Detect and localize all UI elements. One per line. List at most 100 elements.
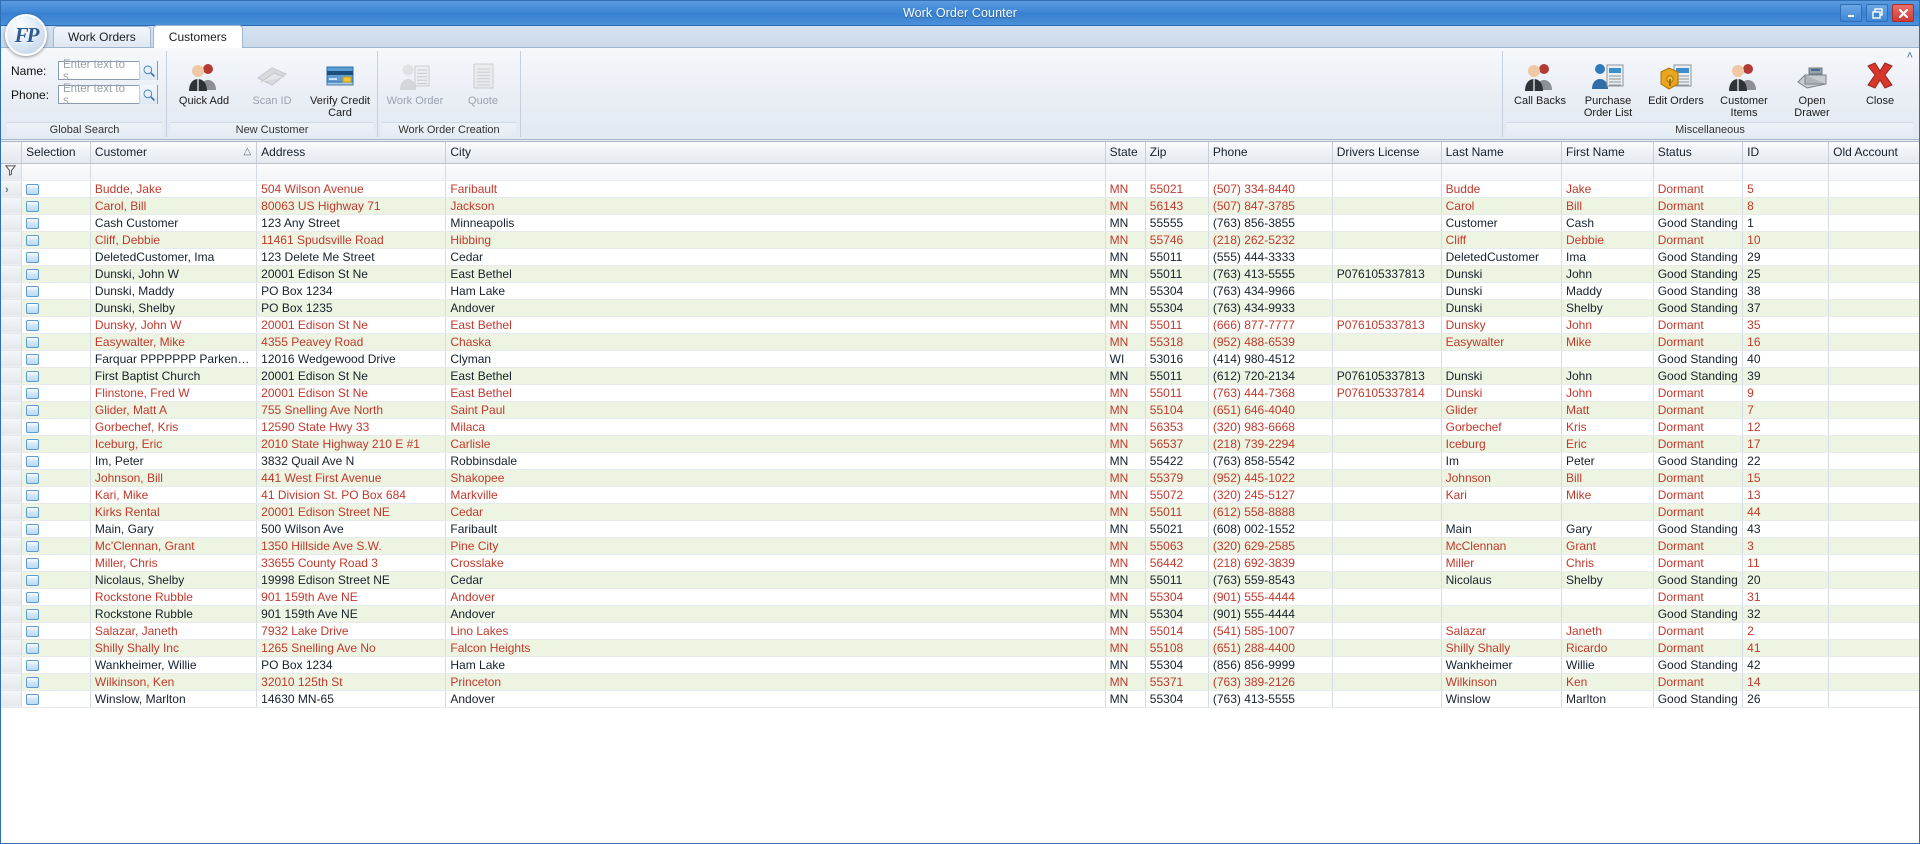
row-indicator[interactable] [1, 673, 23, 691]
row-indicator[interactable] [1, 520, 23, 538]
checkbox-icon[interactable] [26, 540, 40, 552]
ribbon-button-call-backs[interactable]: Call Backs [1507, 55, 1573, 119]
checkbox-icon[interactable] [26, 200, 40, 212]
checkbox-icon[interactable] [26, 251, 40, 263]
table-row[interactable]: DeletedCustomer, Ima 123 Delete Me Street… [1, 248, 1919, 266]
row-select-checkbox[interactable] [21, 588, 91, 606]
filter-cell-lastname[interactable] [1441, 163, 1563, 181]
row-select-checkbox[interactable] [21, 520, 91, 538]
table-row[interactable]: Carol, Bill 80063 US Highway 71 Jackson MN 5… [1, 197, 1919, 215]
table-row[interactable]: Iceburg, Eric 2010 State Highway 210 E #1… [1, 435, 1919, 453]
checkbox-icon[interactable] [26, 302, 40, 314]
column-header-address[interactable]: Address [256, 142, 447, 164]
row-select-checkbox[interactable] [21, 282, 91, 300]
filter-cell-state[interactable] [1105, 163, 1146, 181]
checkbox-icon[interactable] [26, 676, 40, 688]
table-row[interactable]: Dunski, Maddy PO Box 1234 Ham Lake MN 55304(… [1, 282, 1919, 300]
checkbox-icon[interactable] [26, 693, 40, 705]
table-row[interactable]: Nicolaus, Shelby 19998 Edison Street NE Ce… [1, 571, 1919, 589]
restore-button[interactable] [1866, 4, 1888, 22]
table-row[interactable]: Shilly Shally Inc 1265 Snelling Ave No Fal… [1, 639, 1919, 657]
checkbox-icon[interactable] [26, 608, 40, 620]
row-indicator[interactable] [1, 435, 23, 453]
grid-body[interactable]: › Budde, Jake 504 Wilson Avenue Faribault MN… [1, 180, 1919, 708]
row-indicator[interactable] [1, 554, 23, 572]
checkbox-icon[interactable] [26, 455, 40, 467]
row-indicator[interactable] [1, 197, 23, 215]
table-row[interactable]: Dunsky, John W 20001 Edison St Ne East Bet… [1, 316, 1919, 334]
checkbox-icon[interactable] [26, 506, 40, 518]
row-select-checkbox[interactable] [21, 384, 91, 402]
row-select-checkbox[interactable] [21, 486, 91, 504]
table-row[interactable]: Winslow, Marlton 14630 MN-65 Andover MN 5530… [1, 690, 1919, 708]
table-row[interactable]: Wilkinson, Ken 32010 125th St Princeton MN 5… [1, 673, 1919, 691]
row-indicator[interactable]: › [1, 180, 23, 198]
table-row[interactable]: Farquar PPPPPPP Parkenfarker J...12016 W… [1, 350, 1919, 368]
row-select-checkbox[interactable] [21, 469, 91, 487]
column-header-id[interactable]: ID [1742, 142, 1830, 164]
row-indicator[interactable] [1, 588, 23, 606]
filter-cell-dl[interactable] [1332, 163, 1442, 181]
checkbox-icon[interactable] [26, 404, 40, 416]
filter-cell-customer[interactable] [90, 163, 258, 181]
phone-search-input[interactable]: Enter text to s... [58, 83, 158, 107]
row-select-checkbox[interactable] [21, 656, 91, 674]
row-indicator[interactable] [1, 231, 23, 249]
row-select-checkbox[interactable] [21, 605, 91, 623]
ribbon-button-purchase-order-list[interactable]: Purchase Order List [1575, 55, 1641, 120]
table-row[interactable]: Glider, Matt A 755 Snelling Ave North Sain… [1, 401, 1919, 419]
table-row[interactable]: Kirks Rental 20001 Edison Street NE Cedar M… [1, 503, 1919, 521]
table-row[interactable]: First Baptist Church 20001 Edison St Ne Ea… [1, 367, 1919, 385]
row-select-checkbox[interactable] [21, 418, 91, 436]
ribbon-button-quick-add[interactable]: Quick Add [171, 55, 237, 119]
checkbox-icon[interactable] [26, 319, 40, 331]
column-header-lastname[interactable]: Last Name [1441, 142, 1563, 164]
row-indicator[interactable] [1, 333, 23, 351]
filter-cell-city[interactable] [445, 163, 1106, 181]
row-indicator[interactable] [1, 299, 23, 317]
filter-cell-zip[interactable] [1145, 163, 1209, 181]
column-header-firstname[interactable]: First Name [1561, 142, 1654, 164]
row-select-checkbox[interactable] [21, 265, 91, 283]
checkbox-icon[interactable] [26, 336, 40, 348]
row-select-checkbox[interactable] [21, 673, 91, 691]
table-row[interactable]: Mc'Clennan, Grant 1350 Hillside Ave S.W. P… [1, 537, 1919, 555]
filter-cell-status[interactable] [1653, 163, 1744, 181]
column-header-status[interactable]: Status [1653, 142, 1744, 164]
table-row[interactable]: Im, Peter 3832 Quail Ave N Robbinsdale MN 55… [1, 452, 1919, 470]
row-indicator[interactable] [1, 690, 23, 708]
checkbox-icon[interactable] [26, 370, 40, 382]
table-row[interactable]: Salazar, Janeth 7932 Lake Drive Lino Lakes… [1, 622, 1919, 640]
column-header-oldaccount[interactable]: Old Account [1828, 142, 1919, 164]
row-indicator[interactable] [1, 452, 23, 470]
row-select-checkbox[interactable] [21, 690, 91, 708]
table-row[interactable]: Main, Gary 500 Wilson Ave Faribault MN 55021… [1, 520, 1919, 538]
filter-cell-phone[interactable] [1208, 163, 1333, 181]
row-select-checkbox[interactable] [21, 231, 91, 249]
row-select-checkbox[interactable] [21, 639, 91, 657]
checkbox-icon[interactable] [26, 183, 40, 195]
row-select-checkbox[interactable] [21, 316, 91, 334]
row-select-checkbox[interactable] [21, 214, 91, 232]
table-row[interactable]: Dunski, John W 20001 Edison St Ne East Bet… [1, 265, 1919, 283]
funnel-icon[interactable] [1, 163, 23, 181]
column-header-city[interactable]: City [445, 142, 1106, 164]
table-row[interactable]: Dunski, Shelby PO Box 1235 Andover MN 55304(… [1, 299, 1919, 317]
row-indicator[interactable] [1, 605, 23, 623]
minimize-button[interactable] [1840, 4, 1862, 22]
row-indicator[interactable] [1, 486, 23, 504]
row-indicator[interactable] [1, 248, 23, 266]
table-row[interactable]: Cliff, Debbie 11461 Spudsville Road Hibbin… [1, 231, 1919, 249]
row-indicator[interactable] [1, 622, 23, 640]
checkbox-icon[interactable] [26, 421, 40, 433]
checkbox-icon[interactable] [26, 234, 40, 246]
checkbox-icon[interactable] [26, 625, 40, 637]
row-indicator[interactable] [1, 503, 23, 521]
checkbox-icon[interactable] [26, 387, 40, 399]
row-select-checkbox[interactable] [21, 435, 91, 453]
table-row[interactable]: Rockstone Rubble 901 159th Ave NE Andover M… [1, 605, 1919, 623]
row-select-checkbox[interactable] [21, 299, 91, 317]
row-select-checkbox[interactable] [21, 350, 91, 368]
customers-grid[interactable]: Selection Customer △ Address City State Zip Pho… [1, 141, 1919, 843]
search-icon[interactable] [139, 61, 157, 80]
